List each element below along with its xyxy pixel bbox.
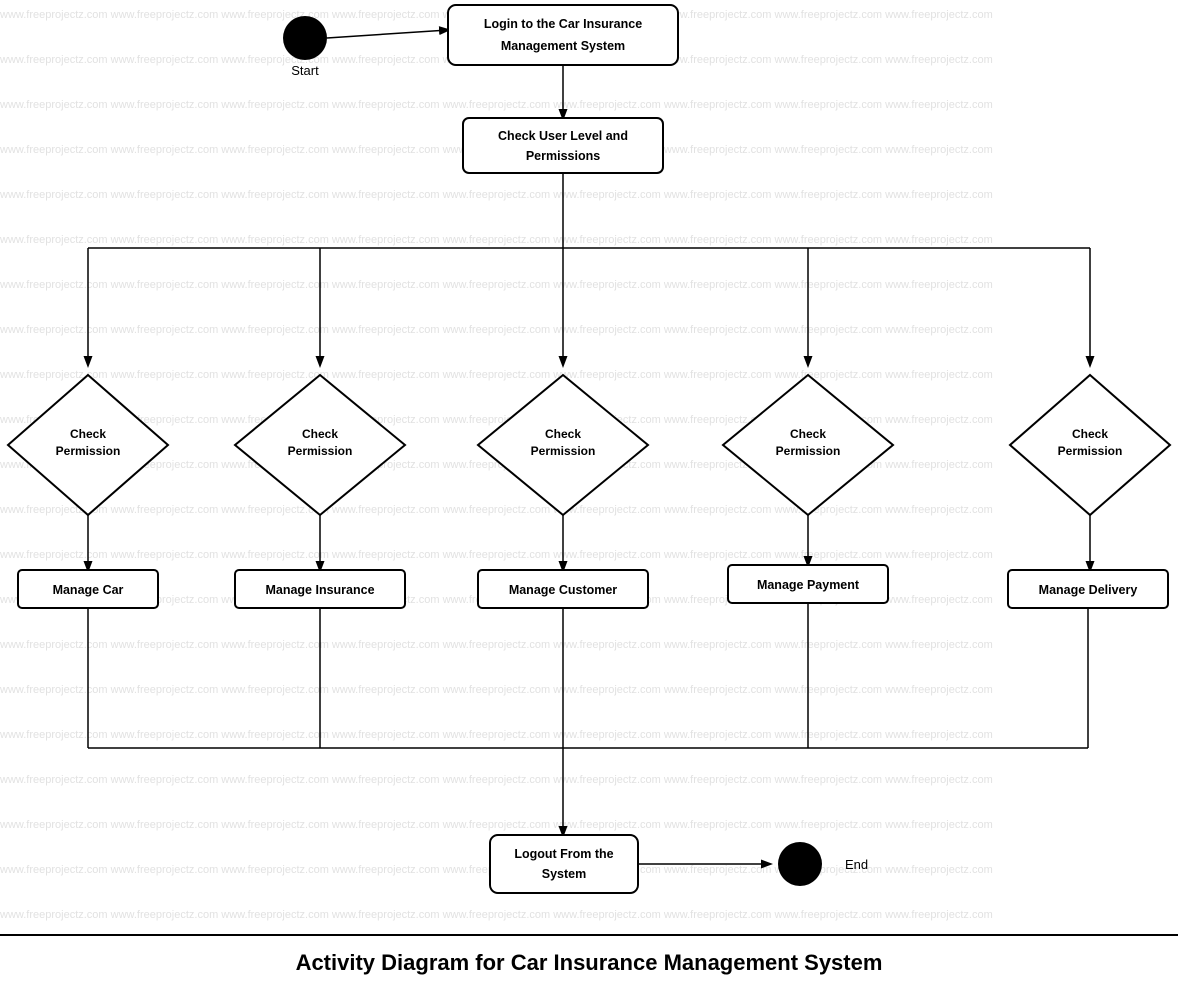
svg-text:www.freeprojectz.com www.fr: www.freeprojectz.com www.freeprojectz.co… xyxy=(0,504,993,516)
check-user-text1: Check User Level and xyxy=(498,129,628,143)
login-text-line2: Management System xyxy=(501,39,625,53)
diamond4-text1: Check xyxy=(790,427,826,441)
svg-text:www.freeprojectz.com www.fr: www.freeprojectz.com www.freeprojectz.co… xyxy=(0,909,993,921)
diamond1-text1: Check xyxy=(70,427,106,441)
svg-text:www.freeprojectz.com www.fr: www.freeprojectz.com www.freeprojectz.co… xyxy=(0,369,993,381)
start-label: Start xyxy=(291,63,319,78)
start-circle xyxy=(283,16,327,60)
diamond3-text2: Permission xyxy=(531,444,596,458)
svg-text:www.freeprojectz.com www.fr: www.freeprojectz.com www.freeprojectz.co… xyxy=(0,279,993,291)
svg-text:www.freeprojectz.com www.fr: www.freeprojectz.com www.freeprojectz.co… xyxy=(0,189,993,201)
activity-diagram: www.freeprojectz.com www.freeprojectz.co… xyxy=(0,0,1178,934)
svg-text:www.freeprojectz.com www.fr: www.freeprojectz.com www.freeprojectz.co… xyxy=(0,729,993,741)
manage-insurance-text: Manage Insurance xyxy=(265,583,374,597)
diamond4-text2: Permission xyxy=(776,444,841,458)
login-box xyxy=(448,5,678,65)
diamond2-text2: Permission xyxy=(288,444,353,458)
diamond1-text2: Permission xyxy=(56,444,121,458)
svg-text:www.freeprojectz.com www.fr: www.freeprojectz.com www.freeprojectz.co… xyxy=(0,549,993,561)
diamond5-text2: Permission xyxy=(1058,444,1123,458)
manage-payment-text: Manage Payment xyxy=(757,578,860,592)
svg-text:www.freeprojectz.com www.fr: www.freeprojectz.com www.freeprojectz.co… xyxy=(0,639,993,651)
login-text-line1: Login to the Car Insurance xyxy=(484,17,642,31)
diagram-title: Activity Diagram for Car Insurance Manag… xyxy=(296,950,883,976)
logout-text1: Logout From the xyxy=(514,847,613,861)
end-circle xyxy=(778,842,822,886)
svg-text:www.freeprojectz.com www.fr: www.freeprojectz.com www.freeprojectz.co… xyxy=(0,234,993,246)
svg-text:www.freeprojectz.com www.fr: www.freeprojectz.com www.freeprojectz.co… xyxy=(0,774,993,786)
manage-customer-text: Manage Customer xyxy=(509,583,617,597)
svg-text:www.freeprojectz.com www.fr: www.freeprojectz.com www.freeprojectz.co… xyxy=(0,819,993,831)
svg-text:www.freeprojectz.com www.fr: www.freeprojectz.com www.freeprojectz.co… xyxy=(0,99,993,111)
diagram-container: www.freeprojectz.com www.freeprojectz.co… xyxy=(0,0,1178,989)
manage-delivery-text: Manage Delivery xyxy=(1039,583,1138,597)
check-user-level-box xyxy=(463,118,663,173)
end-label: End xyxy=(845,857,868,872)
diamond3-text1: Check xyxy=(545,427,581,441)
check-user-text2: Permissions xyxy=(526,149,600,163)
arrow-start-login xyxy=(327,30,448,38)
diamond5-text1: Check xyxy=(1072,427,1108,441)
diamond2-text1: Check xyxy=(302,427,338,441)
svg-text:www.freeprojectz.com www.fr: www.freeprojectz.com www.freeprojectz.co… xyxy=(0,684,993,696)
svg-text:www.freeprojectz.com www.fr: www.freeprojectz.com www.freeprojectz.co… xyxy=(0,324,993,336)
logout-box xyxy=(490,835,638,893)
logout-text2: System xyxy=(542,867,586,881)
manage-car-text: Manage Car xyxy=(53,583,124,597)
title-bar: Activity Diagram for Car Insurance Manag… xyxy=(0,934,1178,989)
